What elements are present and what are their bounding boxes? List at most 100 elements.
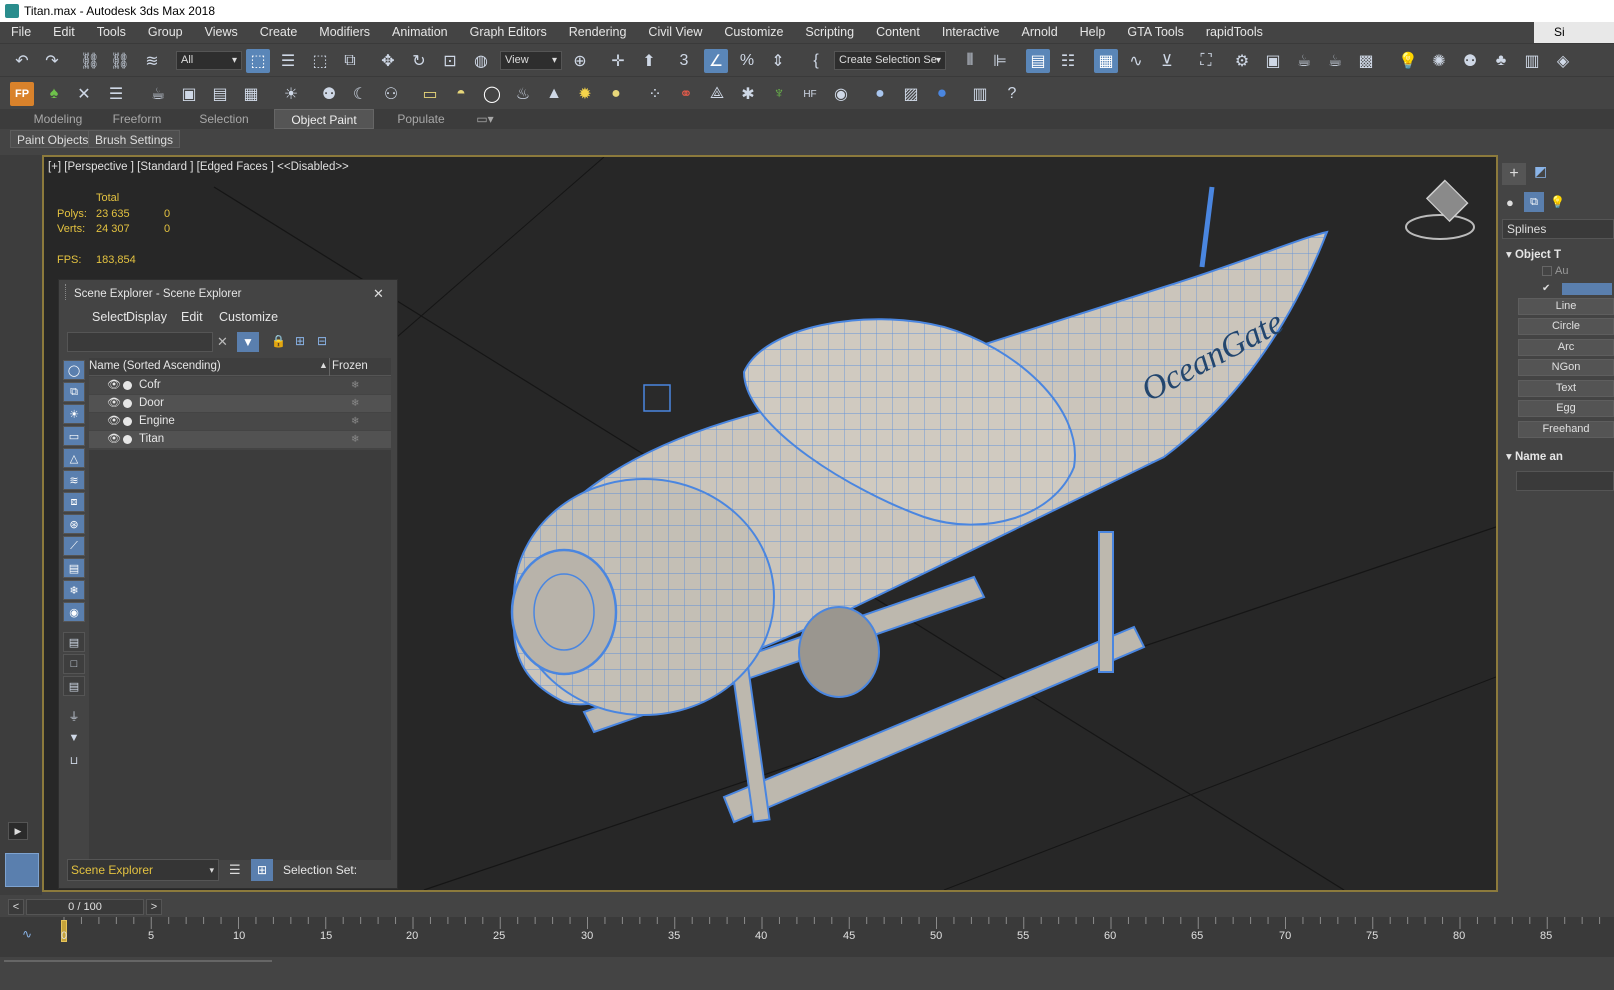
display-lights-icon[interactable]: ☀ xyxy=(63,404,85,424)
menu-tools[interactable]: Tools xyxy=(86,22,137,43)
shell-icon[interactable]: ◉ xyxy=(829,82,853,106)
column-frozen[interactable]: Frozen xyxy=(332,360,368,372)
menu-arnold[interactable]: Arnold xyxy=(1011,22,1069,43)
select-by-name-icon[interactable]: ☰ xyxy=(276,49,300,73)
teapot-icon[interactable]: ☕ xyxy=(146,82,170,106)
frozen-snowflake-icon[interactable]: ❄ xyxy=(351,431,359,448)
grid-icon[interactable]: ▦ xyxy=(239,82,263,106)
proxy-icon[interactable]: ⚉ xyxy=(317,82,341,106)
ngon-button[interactable]: NGon xyxy=(1518,359,1614,376)
render-iterative-icon[interactable]: ☕ xyxy=(1323,49,1347,73)
sign-in-button[interactable]: Si xyxy=(1534,22,1614,43)
frame-buffer-icon[interactable]: ▨ xyxy=(899,82,923,106)
column-divider[interactable] xyxy=(329,358,330,376)
render-production-icon[interactable]: ☕ xyxy=(1292,49,1316,73)
lights-category-icon[interactable]: 💡 xyxy=(1550,195,1565,209)
geometry-category-icon[interactable]: ● xyxy=(1506,195,1514,210)
hair-icon[interactable]: HF xyxy=(798,82,822,106)
render-setup-icon[interactable]: ⚙ xyxy=(1230,49,1254,73)
sun-icon[interactable]: ✺ xyxy=(1427,49,1451,73)
select-invert-icon[interactable]: ▤ xyxy=(63,676,85,696)
render-elements-icon[interactable]: ⚇ xyxy=(379,82,403,106)
help-icon[interactable]: ? xyxy=(1000,82,1024,106)
select-all-icon[interactable]: ▤ xyxy=(63,632,85,652)
clear-search-icon[interactable]: ✕ xyxy=(217,334,228,350)
expand-arrow-icon[interactable]: ▶ xyxy=(8,822,28,840)
egg-button[interactable]: Egg xyxy=(1518,400,1614,417)
track-bar[interactable]: ∿ 0 5 10 15 20 25 30 35 40 45 50 55 60 6… xyxy=(0,917,1614,957)
start-new-shape-button[interactable] xyxy=(1562,283,1612,295)
column-name[interactable]: Name (Sorted Ascending) xyxy=(89,360,221,372)
spot-light-icon[interactable]: ▲ xyxy=(542,82,566,106)
scale-icon[interactable]: ⊡ xyxy=(438,49,462,73)
edit-named-selection-icon[interactable]: { xyxy=(804,49,828,73)
visibility-eye-icon[interactable]: 👁 xyxy=(107,431,121,448)
frozen-snowflake-icon[interactable]: ❄ xyxy=(351,377,359,394)
light-lister-icon[interactable]: ☀ xyxy=(279,82,303,106)
menu-graph-editors[interactable]: Graph Editors xyxy=(459,22,558,43)
filter-funnel-2-icon[interactable]: ▼ xyxy=(63,728,85,748)
layers-icon[interactable]: ☰ xyxy=(229,862,241,878)
se-menu-select[interactable]: Select xyxy=(92,310,127,324)
visibility-eye-icon[interactable]: 👁 xyxy=(107,395,121,412)
selection-filter-dropdown[interactable]: All xyxy=(176,51,242,70)
named-selection-dropdown[interactable]: Create Selection Se xyxy=(834,51,946,70)
curve-editor-icon[interactable]: ∿ xyxy=(1124,49,1148,73)
rollout-name-and-color[interactable]: ▾ Name an xyxy=(1506,449,1563,463)
select-manipulate-icon[interactable]: ✛ xyxy=(606,49,630,73)
se-menu-display[interactable]: Display xyxy=(126,310,167,324)
container-icon[interactable]: ⊔ xyxy=(63,750,85,770)
list-item[interactable]: 👁 Titan ❄ xyxy=(89,431,391,448)
list-item[interactable]: 👁 Cofr ❄ xyxy=(89,377,391,394)
menu-help[interactable]: Help xyxy=(1069,22,1117,43)
undo-icon[interactable]: ↶ xyxy=(10,49,34,73)
menu-modifiers[interactable]: Modifiers xyxy=(308,22,381,43)
select-none-icon[interactable]: □ xyxy=(63,654,85,674)
list-icon[interactable]: ☰ xyxy=(104,82,128,106)
menu-content[interactable]: Content xyxy=(865,22,931,43)
menu-rendering[interactable]: Rendering xyxy=(558,22,638,43)
start-new-shape-checkbox[interactable]: ✔ xyxy=(1542,283,1550,294)
menu-file[interactable]: File xyxy=(0,22,42,43)
visibility-eye-icon[interactable]: 👁 xyxy=(107,377,121,394)
object-name-input[interactable] xyxy=(1516,471,1614,491)
se-list-empty-area[interactable] xyxy=(89,450,391,860)
rotate-icon[interactable]: ↻ xyxy=(407,49,431,73)
forest-pack-icon[interactable]: FP xyxy=(10,82,34,106)
frozen-snowflake-icon[interactable]: ❄ xyxy=(351,395,359,412)
moon-icon[interactable]: ☾ xyxy=(348,82,372,106)
align-icon[interactable]: ⊫ xyxy=(988,49,1012,73)
list-item[interactable]: 👁 Engine ❄ xyxy=(89,413,391,430)
page-icon[interactable]: ▤ xyxy=(208,82,232,106)
window-crossing-icon[interactable]: ⧉ xyxy=(338,49,362,73)
explorer-selector-dropdown[interactable]: Scene Explorer ▾ xyxy=(67,859,219,881)
time-slider[interactable]: 0 / 100 xyxy=(26,899,144,915)
list-item[interactable]: 👁 Door ❄ xyxy=(89,395,391,412)
modify-tab-icon[interactable]: ◩ xyxy=(1534,163,1547,180)
clipboard-icon[interactable]: ▥ xyxy=(968,82,992,106)
paint-objects-button[interactable]: Paint Objects xyxy=(10,130,96,148)
display-cameras-icon[interactable]: ▭ xyxy=(63,426,85,446)
extra-tool-icon[interactable]: ◈ xyxy=(1551,49,1575,73)
display-frozen-icon[interactable]: ❄ xyxy=(63,580,85,600)
material-sphere-icon[interactable]: ● xyxy=(868,82,892,106)
menu-customize[interactable]: Customize xyxy=(713,22,794,43)
angle-snap-icon[interactable]: ∠ xyxy=(704,49,728,73)
ies-light-icon[interactable]: ● xyxy=(604,82,628,106)
display-bones-icon[interactable]: ⟋ xyxy=(63,536,85,556)
move-icon[interactable]: ✥ xyxy=(376,49,400,73)
text-button[interactable]: Text xyxy=(1518,380,1614,397)
fur-icon[interactable]: ✱ xyxy=(736,82,760,106)
se-search-input[interactable] xyxy=(67,332,213,352)
menu-scripting[interactable]: Scripting xyxy=(794,22,865,43)
tree-icon[interactable]: ♣ xyxy=(1489,49,1513,73)
camera-icon[interactable]: ⚉ xyxy=(1458,49,1482,73)
lock-icon[interactable]: 🔒 xyxy=(271,334,286,348)
link-icon[interactable]: ⛓ xyxy=(78,49,102,73)
hierarchy-mode-icon[interactable]: ⊞ xyxy=(251,859,273,881)
arc-button[interactable]: Arc xyxy=(1518,339,1614,356)
menu-edit[interactable]: Edit xyxy=(42,22,86,43)
drag-handle[interactable] xyxy=(65,284,68,300)
shapes-category-icon[interactable]: ⧉ xyxy=(1524,192,1544,212)
keyboard-shortcut-icon[interactable]: ⬆ xyxy=(637,49,661,73)
